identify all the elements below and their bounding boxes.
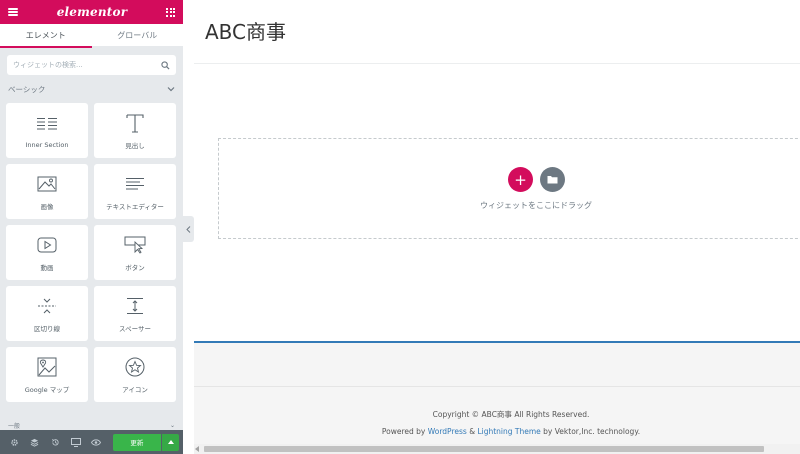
navigator-layers-icon[interactable]	[25, 430, 46, 454]
panel-footer: 更新	[0, 430, 183, 454]
widget-google-maps[interactable]: Google マップ	[6, 347, 88, 402]
copyright-text: Copyright © ABC商事 All Rights Reserved.	[432, 410, 590, 419]
caret-up-icon	[167, 440, 174, 444]
image-icon	[37, 173, 57, 195]
hamburger-menu-icon[interactable]	[8, 8, 18, 16]
category-basic-header[interactable]: ベーシック	[0, 75, 183, 103]
add-section-button[interactable]: +	[508, 167, 533, 192]
horizontal-scrollbar[interactable]	[194, 444, 800, 454]
widget-icon[interactable]: アイコン	[94, 347, 176, 402]
widget-divider[interactable]: 区切り線	[6, 286, 88, 341]
widgets-grid-icon[interactable]	[166, 7, 175, 17]
scroll-left-arrow-icon[interactable]	[195, 446, 199, 452]
category-basic-label: ベーシック	[8, 84, 46, 94]
footer-separator	[194, 386, 800, 387]
widget-label: Inner Section	[25, 140, 69, 149]
panel-collapse-toggle[interactable]	[183, 216, 194, 242]
widget-label: テキストエディター	[106, 202, 164, 211]
add-template-button[interactable]	[540, 167, 565, 192]
inner-section-icon	[36, 113, 58, 135]
star-icon	[125, 356, 145, 378]
heading-icon	[126, 112, 144, 134]
widget-image[interactable]: 画像	[6, 164, 88, 219]
elementor-logo: elementor	[56, 5, 128, 19]
lightning-theme-link[interactable]: Lightning Theme	[477, 427, 540, 436]
widget-search-box	[7, 55, 176, 75]
page-preview: ABC商事 + ウィジェットをここにドラッグ Copyright © ABC商事…	[194, 0, 800, 454]
widget-grid: Inner Section 見出し 画像 テキストエディター 動画 ボタン 区切…	[0, 103, 183, 402]
tab-global[interactable]: グローバル	[91, 24, 183, 48]
powered-prefix: Powered by	[381, 427, 426, 436]
elementor-panel: elementor エレメント グローバル ベーシック	[0, 0, 183, 454]
widget-inner-section[interactable]: Inner Section	[6, 103, 88, 158]
panel-tabs: エレメント グローバル	[0, 24, 183, 48]
widget-label: Google マップ	[24, 385, 70, 394]
widget-label: スペーサー	[119, 324, 151, 333]
widget-label: 動画	[40, 263, 54, 272]
video-icon	[37, 234, 57, 256]
site-title[interactable]: ABC商事	[205, 16, 286, 45]
site-footer	[194, 343, 800, 454]
preview-eye-icon[interactable]	[86, 430, 107, 454]
powered-suffix: by Vektor,Inc. technology.	[543, 427, 641, 436]
scrollbar-thumb[interactable]	[204, 446, 764, 452]
widget-heading[interactable]: 見出し	[94, 103, 176, 158]
google-maps-icon	[37, 356, 57, 378]
chevron-down-icon: ⌄	[169, 421, 175, 429]
save-options-button[interactable]	[162, 433, 179, 451]
powered-by-text: Powered by WordPress & Lightning Theme b…	[194, 427, 800, 436]
tab-elements[interactable]: エレメント	[0, 24, 92, 48]
button-icon	[124, 234, 146, 256]
chevron-left-icon	[186, 225, 191, 233]
widget-label: 区切り線	[34, 324, 60, 333]
widget-button[interactable]: ボタン	[94, 225, 176, 280]
widget-text-editor[interactable]: テキストエディター	[94, 164, 176, 219]
header-divider	[194, 63, 800, 64]
ampersand: &	[469, 427, 476, 436]
responsive-desktop-icon[interactable]	[66, 430, 87, 454]
wordpress-link[interactable]: WordPress	[428, 427, 467, 436]
chevron-down-icon	[167, 87, 175, 92]
widget-video[interactable]: 動画	[6, 225, 88, 280]
category-general-header[interactable]: 一般 ⌄	[0, 420, 183, 430]
drop-zone-text: ウィジェットをここにドラッグ	[480, 201, 592, 210]
plus-icon: +	[514, 170, 527, 189]
search-icon	[161, 60, 170, 70]
text-editor-icon	[125, 173, 145, 195]
widget-label: ボタン	[125, 263, 145, 272]
settings-icon[interactable]	[4, 430, 25, 454]
widget-spacer[interactable]: スペーサー	[94, 286, 176, 341]
widget-label: 見出し	[125, 141, 145, 150]
folder-icon	[547, 176, 558, 184]
category-general-label: 一般	[8, 422, 21, 430]
divider-icon	[37, 295, 57, 317]
update-button[interactable]: 更新	[112, 433, 162, 451]
widget-label: アイコン	[122, 385, 148, 394]
widget-label: 画像	[40, 202, 54, 211]
panel-header: elementor	[0, 0, 183, 24]
widget-search-input[interactable]	[13, 61, 161, 69]
spacer-icon	[125, 295, 145, 317]
history-icon[interactable]	[45, 430, 66, 454]
empty-section-drop-zone[interactable]: + ウィジェットをここにドラッグ	[218, 138, 800, 239]
